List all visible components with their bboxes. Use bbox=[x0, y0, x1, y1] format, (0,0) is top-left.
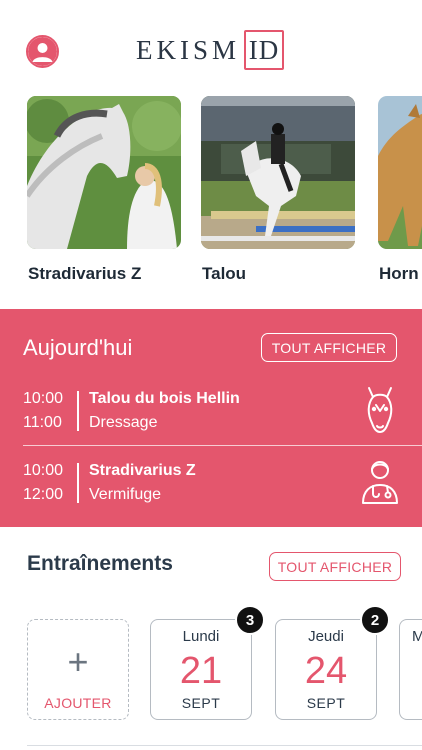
profile-button[interactable] bbox=[26, 35, 59, 68]
event-times: 10:00 11:00 bbox=[23, 387, 73, 435]
event-title: Talou du bois Hellin bbox=[89, 390, 240, 407]
app-header: EKISM ID bbox=[0, 0, 422, 92]
horse-photo bbox=[378, 96, 422, 249]
today-show-all-button[interactable]: TOUT AFFICHER bbox=[261, 333, 397, 362]
horse-name: Stradivarius Z bbox=[28, 264, 142, 283]
training-day-card[interactable]: M bbox=[399, 619, 422, 720]
event-times: 10:00 12:00 bbox=[23, 459, 73, 507]
horse-card[interactable]: Horn bbox=[378, 96, 422, 283]
add-training-label: AJOUTER bbox=[44, 695, 112, 711]
event-end-time: 11:00 bbox=[23, 414, 62, 431]
event-end-time: 12:00 bbox=[23, 486, 64, 503]
plus-icon: + bbox=[67, 641, 89, 682]
training-count-badge: 2 bbox=[360, 605, 390, 635]
horse-carousel[interactable]: Stradivarius Z Talou Horn bbox=[0, 96, 422, 296]
horse-name: Talou bbox=[202, 264, 247, 283]
day-name: M bbox=[412, 628, 422, 645]
event-subtitle: Dressage bbox=[89, 414, 158, 431]
today-title: Aujourd'hui bbox=[23, 335, 133, 360]
horse-photo bbox=[27, 96, 181, 249]
event-row[interactable]: 10:00 11:00 Talou du bois Hellin Dressag… bbox=[0, 387, 422, 457]
event-separator bbox=[77, 463, 79, 503]
event-start-time: 10:00 bbox=[23, 462, 64, 479]
horse-photo bbox=[201, 96, 355, 249]
day-number: 24 bbox=[304, 650, 348, 692]
section-divider bbox=[27, 745, 422, 746]
event-divider bbox=[23, 445, 422, 446]
event-subtitle: Vermifuge bbox=[89, 486, 162, 503]
trainings-title: Entraînements bbox=[27, 552, 173, 575]
training-count-badge: 3 bbox=[235, 605, 265, 635]
event-separator bbox=[77, 391, 79, 431]
training-day-card[interactable]: Jeudi 24 SEPT bbox=[275, 619, 377, 720]
day-month: SEPT bbox=[181, 695, 221, 711]
event-title: Stradivarius Z bbox=[89, 462, 196, 479]
horse-head-icon bbox=[367, 387, 393, 433]
trainings-show-all-button[interactable]: TOUT AFFICHER bbox=[269, 552, 401, 581]
add-training-button[interactable]: + AJOUTER bbox=[27, 619, 129, 720]
event-start-time: 10:00 bbox=[23, 390, 64, 407]
day-name: Jeudi bbox=[308, 628, 344, 645]
logo-id-mark: ID bbox=[242, 28, 286, 72]
app-logo: EKISM ID bbox=[136, 28, 286, 72]
horse-card[interactable]: Stradivarius Z bbox=[27, 96, 181, 283]
day-name: Lundi bbox=[182, 628, 220, 645]
logo-wordmark: EKISM bbox=[136, 34, 241, 65]
day-month: SEPT bbox=[306, 695, 346, 711]
training-day-card[interactable]: Lundi 21 SEPT bbox=[150, 619, 252, 720]
user-avatar-icon bbox=[28, 37, 57, 66]
event-row[interactable]: 10:00 12:00 Stradivarius Z Vermifuge bbox=[0, 459, 422, 529]
veterinarian-icon bbox=[362, 461, 398, 504]
horse-card[interactable]: Talou bbox=[201, 96, 355, 283]
today-panel: Aujourd'hui TOUT AFFICHER 10:00 11:00 Ta… bbox=[0, 309, 422, 527]
horse-name: Horn bbox=[379, 264, 419, 283]
day-number: 21 bbox=[179, 650, 223, 692]
